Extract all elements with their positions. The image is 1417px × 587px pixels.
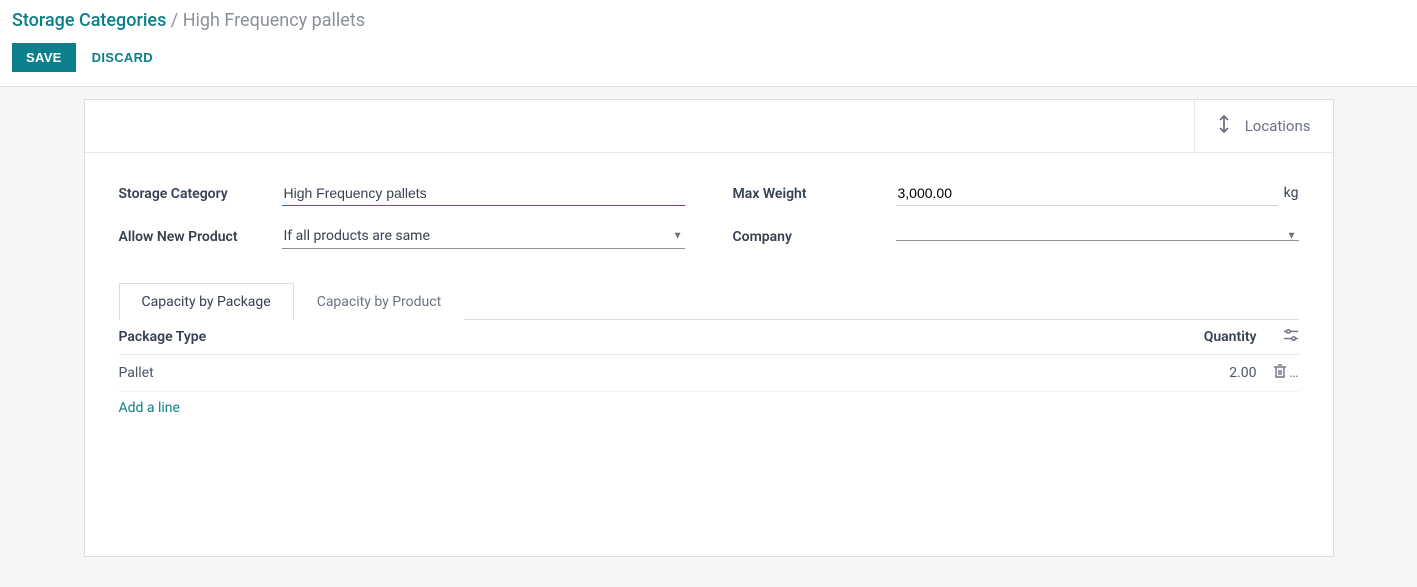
tab-capacity-package[interactable]: Capacity by Package [119,283,294,320]
allow-new-product-select[interactable]: If all products are same ▼ [282,224,685,249]
max-weight-label: Max Weight [733,186,888,202]
table-row[interactable]: Pallet 2.00 … [119,355,1299,392]
tab-capacity-product[interactable]: Capacity by Product [294,283,464,320]
storage-category-label: Storage Category [119,186,274,202]
breadcrumb-separator: / [166,10,182,31]
breadcrumb: Storage Categories / High Frequency pall… [12,10,1405,31]
company-select[interactable]: ▼ [896,232,1299,241]
chevron-down-icon: ▼ [1287,231,1297,242]
cell-package-type: Pallet [119,365,1163,381]
locations-button[interactable]: Locations [1194,100,1333,152]
max-weight-input[interactable] [896,181,1278,206]
discard-button[interactable]: DISCARD [92,50,153,65]
storage-category-input[interactable] [282,181,685,206]
allow-new-product-label: Allow New Product [119,229,274,245]
breadcrumb-root-link[interactable]: Storage Categories [12,10,166,31]
col-header-quantity: Quantity [1163,329,1259,345]
column-options-icon[interactable] [1259,328,1299,346]
col-header-package-type: Package Type [119,329,1163,345]
breadcrumb-current: High Frequency pallets [183,10,365,31]
locations-label: Locations [1245,117,1311,135]
updown-arrow-icon [1217,114,1231,138]
row-more-icon[interactable]: … [1289,365,1298,381]
company-label: Company [733,229,888,245]
max-weight-unit: kg [1284,185,1299,203]
form-sheet: Locations Storage Category Max Weight kg [84,99,1334,557]
add-a-line-button[interactable]: Add a line [119,392,180,424]
trash-icon[interactable] [1273,363,1287,383]
chevron-down-icon: ▼ [673,231,683,242]
cell-quantity: 2.00 [1163,365,1259,381]
save-button[interactable]: SAVE [12,43,76,72]
allow-new-product-value: If all products are same [284,228,430,244]
